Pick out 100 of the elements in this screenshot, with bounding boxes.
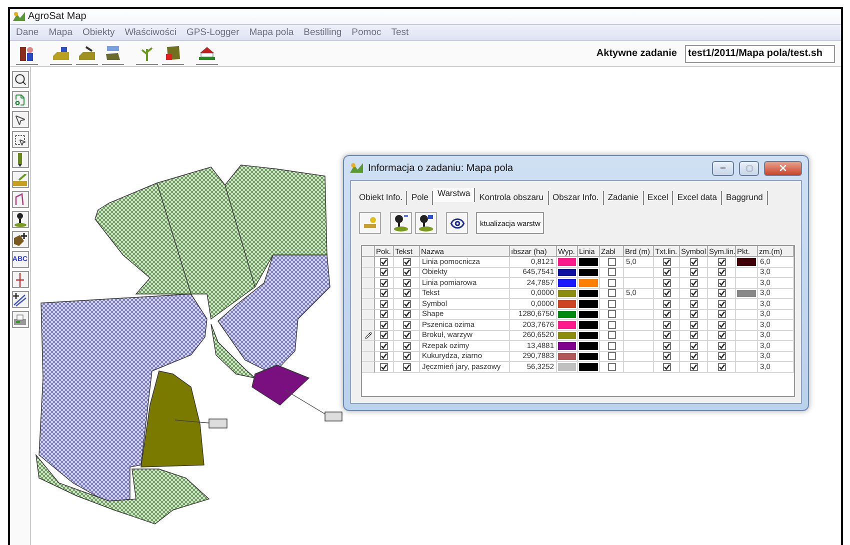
checkbox[interactable] — [380, 331, 388, 340]
checkbox[interactable] — [402, 352, 410, 360]
tab[interactable]: Baggrund — [722, 191, 768, 205]
line-color-swatch[interactable] — [579, 332, 598, 339]
measure-button[interactable] — [12, 171, 28, 188]
checkbox[interactable] — [380, 342, 388, 350]
checkbox[interactable] — [608, 289, 616, 298]
checkbox[interactable] — [402, 342, 410, 350]
checkbox[interactable] — [402, 331, 410, 340]
checkbox[interactable] — [608, 300, 616, 308]
checkbox[interactable] — [718, 268, 726, 276]
checkbox[interactable] — [380, 352, 388, 360]
select-area-button[interactable] — [12, 131, 28, 148]
checkbox[interactable] — [718, 320, 726, 329]
layer-pin-button[interactable] — [390, 212, 412, 234]
checkbox[interactable] — [718, 289, 726, 298]
fill-color-swatch[interactable] — [558, 268, 576, 276]
line-color-swatch[interactable] — [579, 321, 598, 328]
checkbox[interactable] — [402, 300, 410, 308]
checkbox[interactable] — [662, 352, 670, 360]
checkbox[interactable] — [718, 342, 726, 350]
menu-item[interactable]: GPS-Logger — [186, 27, 240, 38]
fill-color-swatch[interactable] — [558, 300, 576, 308]
menu-item[interactable]: Właściwości — [124, 27, 176, 38]
checkbox[interactable] — [402, 310, 410, 318]
checkbox[interactable] — [402, 320, 410, 329]
print-button[interactable] — [12, 311, 28, 328]
fill-color-swatch[interactable] — [558, 342, 576, 350]
line-color-swatch[interactable] — [579, 258, 598, 266]
checkbox[interactable] — [718, 278, 726, 287]
checkbox[interactable] — [402, 268, 410, 276]
checkbox[interactable] — [690, 278, 698, 287]
eye-button[interactable] — [446, 212, 468, 234]
checkbox[interactable] — [690, 258, 698, 266]
split-line-button[interactable] — [12, 271, 28, 288]
tab[interactable]: Obiekt Info. — [355, 191, 408, 205]
checkbox[interactable] — [690, 300, 698, 308]
checkbox[interactable] — [662, 300, 670, 308]
close-button[interactable] — [764, 160, 802, 176]
checkbox[interactable] — [380, 310, 388, 318]
layer-label-button[interactable] — [415, 212, 437, 234]
menu-item[interactable]: Obiekty — [82, 27, 115, 38]
checkbox[interactable] — [718, 258, 726, 266]
node-edit-button[interactable] — [12, 191, 28, 208]
checkbox[interactable] — [380, 268, 388, 276]
checkbox[interactable] — [662, 342, 670, 350]
checkbox[interactable] — [608, 352, 616, 360]
checkbox[interactable] — [380, 289, 388, 298]
checkbox[interactable] — [662, 331, 670, 340]
checkbox[interactable] — [380, 258, 388, 266]
tab[interactable]: Zadanie — [604, 191, 644, 205]
checkbox[interactable] — [690, 342, 698, 350]
checkbox[interactable] — [662, 289, 670, 298]
minimize-button[interactable] — [712, 160, 734, 176]
checkbox[interactable] — [608, 331, 616, 340]
checkbox[interactable] — [608, 342, 616, 350]
line-color-swatch[interactable] — [579, 363, 598, 370]
line-color-swatch[interactable] — [579, 352, 598, 360]
active-task-field[interactable]: test1/2011/Mapa pola/test.sh — [685, 44, 835, 62]
tab[interactable]: Obszar Info. — [548, 191, 604, 205]
checkbox[interactable] — [662, 310, 670, 318]
checkbox[interactable] — [718, 331, 726, 340]
point-color-swatch[interactable] — [737, 258, 756, 266]
fill-color-swatch[interactable] — [558, 290, 576, 297]
checkbox[interactable] — [402, 258, 410, 266]
checkbox[interactable] — [690, 362, 698, 371]
maximize-button[interactable] — [739, 160, 759, 176]
tab[interactable]: Kontrola obszaru — [475, 191, 548, 205]
pen-button[interactable] — [12, 151, 28, 168]
pointer-button[interactable] — [12, 111, 28, 128]
checkbox[interactable] — [690, 289, 698, 298]
menu-item[interactable]: Mapa — [48, 27, 72, 38]
refresh-page-button[interactable] — [12, 91, 28, 108]
line-color-swatch[interactable] — [579, 300, 598, 308]
checkbox[interactable] — [718, 300, 726, 308]
checkbox[interactable] — [380, 300, 388, 308]
checkbox[interactable] — [380, 320, 388, 329]
menu-item[interactable]: Pomoc — [352, 27, 382, 38]
checkbox[interactable] — [402, 362, 410, 371]
checkbox[interactable] — [608, 362, 616, 371]
checkbox[interactable] — [690, 352, 698, 360]
fill-color-swatch[interactable] — [558, 310, 576, 318]
checkbox[interactable] — [380, 362, 388, 371]
fill-color-swatch[interactable] — [558, 321, 576, 328]
checkbox[interactable] — [380, 278, 388, 287]
checkbox[interactable] — [690, 331, 698, 340]
checkbox[interactable] — [608, 278, 616, 287]
tab[interactable]: Excel data — [673, 191, 722, 205]
fill-color-swatch[interactable] — [558, 258, 576, 266]
menu-item[interactable]: Dane — [16, 27, 39, 38]
row-header[interactable] — [362, 330, 375, 341]
checkbox[interactable] — [662, 278, 670, 287]
fill-color-swatch[interactable] — [558, 332, 576, 339]
line-color-swatch[interactable] — [579, 342, 598, 350]
checkbox[interactable] — [718, 310, 726, 318]
add-line-button[interactable] — [12, 291, 28, 308]
checkbox[interactable] — [662, 268, 670, 276]
pin-button[interactable] — [12, 211, 28, 228]
checkbox[interactable] — [608, 310, 616, 318]
checkbox[interactable] — [608, 268, 616, 276]
